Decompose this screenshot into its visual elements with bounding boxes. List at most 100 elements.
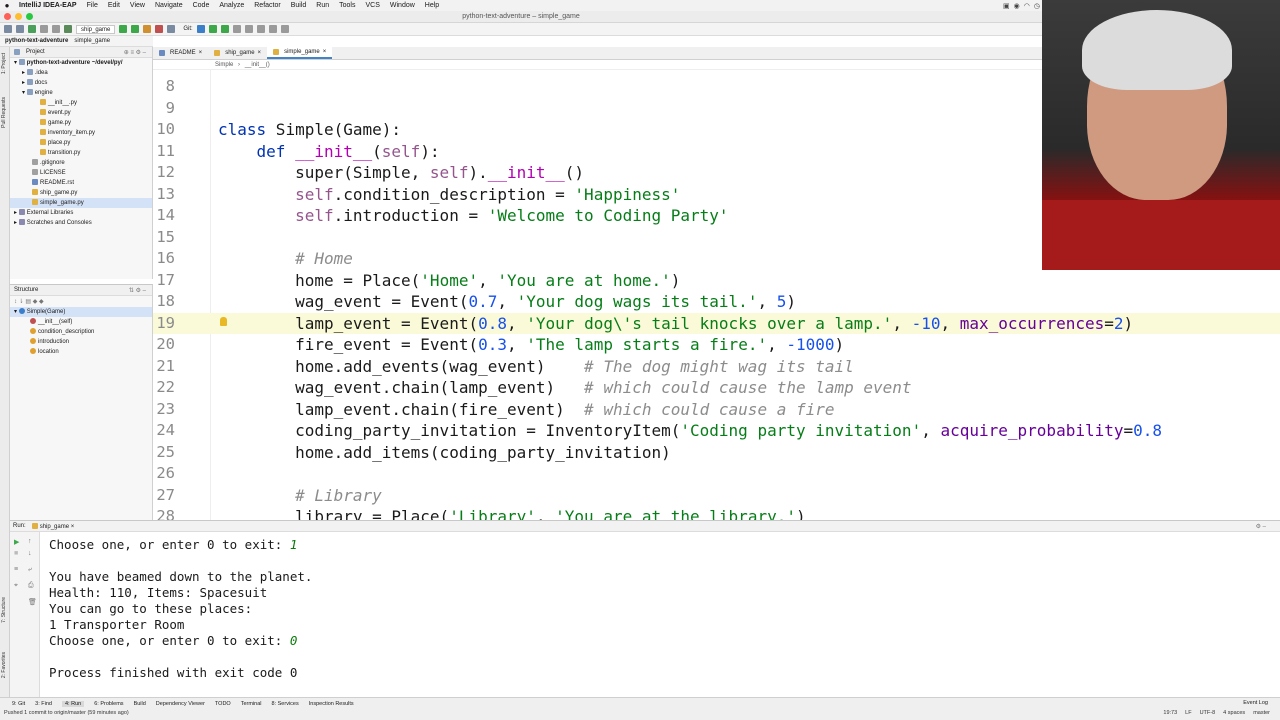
tab-readme[interactable]: README × xyxy=(153,47,208,59)
apple-icon[interactable]: ● xyxy=(0,1,14,10)
menu-build[interactable]: Build xyxy=(286,2,312,9)
panel-options-icon[interactable]: ⊕ ≡ ⚙ – xyxy=(124,49,146,56)
tree-item-docs[interactable]: ▸ docs xyxy=(10,78,152,88)
tool-tab-build[interactable]: Build xyxy=(134,701,146,707)
project-panel-title[interactable]: Project xyxy=(26,49,45,55)
run-icon[interactable] xyxy=(119,25,128,33)
close-window-icon[interactable] xyxy=(4,13,11,20)
sort-icon[interactable]: ↕ ⇂ ▤ ◆ ◆ xyxy=(14,298,44,305)
run-tab[interactable]: ship_game × xyxy=(31,522,74,530)
close-icon[interactable]: × xyxy=(258,47,262,60)
forward-icon[interactable] xyxy=(52,25,60,33)
project-tool-tab[interactable]: 1: Project xyxy=(1,53,7,74)
camera-icon[interactable]: ▣ xyxy=(1003,2,1010,10)
crumb-method[interactable]: __init__() xyxy=(245,62,270,68)
event-log-button[interactable]: Event Log xyxy=(1243,700,1268,706)
profile-icon[interactable] xyxy=(167,25,176,33)
tree-item-license[interactable]: LICENSE xyxy=(10,168,152,178)
structure-tool-tab[interactable]: 7: Structure xyxy=(1,597,7,623)
structure-options-icon[interactable]: ⇅ ⚙ – xyxy=(129,287,146,294)
tool-tab-inspection[interactable]: Inspection Results xyxy=(309,701,354,707)
tool-tab-run[interactable]: 4: Run xyxy=(61,700,85,707)
menu-help[interactable]: Help xyxy=(420,2,444,9)
app-menu[interactable]: IntelliJ IDEA-EAP xyxy=(14,2,82,9)
crumb-class[interactable]: Simple xyxy=(215,62,233,68)
tab-ship-game[interactable]: ship_game × xyxy=(208,47,267,59)
search-icon[interactable] xyxy=(280,25,289,33)
tree-item-root[interactable]: ▾ python-text-adventure ~/devel/py/ xyxy=(10,58,152,68)
save-icon[interactable] xyxy=(16,25,24,33)
tree-item-gitignore[interactable]: .gitignore xyxy=(10,158,152,168)
print-icon[interactable]: ⎙ xyxy=(28,582,34,590)
open-folder-icon[interactable] xyxy=(4,25,12,33)
tree-item-place[interactable]: place.py xyxy=(10,138,152,148)
favorites-tool-tab[interactable]: 2: Favorites xyxy=(1,652,7,678)
tool-tab-problems[interactable]: 6: Problems xyxy=(94,701,123,707)
tool-tab-todo[interactable]: TODO xyxy=(215,701,231,707)
menu-tools[interactable]: Tools xyxy=(334,2,360,9)
menu-window[interactable]: Window xyxy=(385,2,420,9)
soft-wrap-icon[interactable]: ⤶ xyxy=(28,566,32,574)
structure-panel-title[interactable]: Structure xyxy=(14,287,38,293)
record-icon[interactable]: ◉ xyxy=(1014,2,1020,10)
rerun-icon[interactable]: ▶ xyxy=(14,538,19,546)
pull-requests-tool-tab[interactable]: Pull Requests xyxy=(1,97,7,128)
git-commit-icon[interactable] xyxy=(208,25,217,33)
cursor-position[interactable]: 19:73 xyxy=(1163,710,1177,716)
coverage-icon[interactable] xyxy=(143,25,152,33)
rollback-icon[interactable] xyxy=(244,25,253,33)
scroll-up-icon[interactable]: ↑ xyxy=(28,538,32,545)
structure-item-init[interactable]: __init__(self) xyxy=(10,317,152,327)
structure-item-class[interactable]: ▾ Simple(Game) xyxy=(10,307,152,317)
tab-simple-game[interactable]: simple_game × xyxy=(267,46,333,59)
tree-item-external-libraries[interactable]: ▸ External Libraries xyxy=(10,208,152,218)
tool-tab-git[interactable]: 9: Git xyxy=(12,701,25,707)
tree-item-transition[interactable]: transition.py xyxy=(10,148,152,158)
structure-item-location[interactable]: location xyxy=(10,347,152,357)
run-console[interactable]: Choose one, or enter 0 to exit: 1 You ha… xyxy=(40,532,1262,697)
menu-refactor[interactable]: Refactor xyxy=(249,2,285,9)
stop-icon[interactable]: ■ xyxy=(14,550,18,557)
stop-icon[interactable] xyxy=(155,25,164,33)
build-hammer-icon[interactable] xyxy=(64,25,72,33)
tree-item-scratches[interactable]: ▸ Scratches and Consoles xyxy=(10,218,152,228)
tree-item-event[interactable]: event.py xyxy=(10,108,152,118)
sync-icon[interactable] xyxy=(28,25,36,33)
project-structure-icon[interactable] xyxy=(268,25,277,33)
tree-item-ship-game[interactable]: ship_game.py xyxy=(10,188,152,198)
git-push-icon[interactable] xyxy=(220,25,229,33)
trash-icon[interactable]: 🗑 xyxy=(28,598,37,606)
menu-edit[interactable]: Edit xyxy=(103,2,125,9)
minimize-window-icon[interactable] xyxy=(15,13,22,20)
menu-analyze[interactable]: Analyze xyxy=(214,2,249,9)
git-history-icon[interactable] xyxy=(232,25,241,33)
wifi-icon[interactable]: ◠ xyxy=(1024,2,1030,10)
line-separator[interactable]: LF xyxy=(1185,710,1191,716)
back-icon[interactable] xyxy=(40,25,48,33)
tree-item-init[interactable]: __init__.py xyxy=(10,98,152,108)
structure-item-condition[interactable]: condition_description xyxy=(10,327,152,337)
tool-tab-terminal[interactable]: Terminal xyxy=(241,701,262,707)
tool-tab-services[interactable]: 8: Services xyxy=(272,701,299,707)
menu-file[interactable]: File xyxy=(82,2,103,9)
close-icon[interactable]: × xyxy=(199,47,203,60)
zoom-window-icon[interactable] xyxy=(26,13,33,20)
pin-icon[interactable]: ⌖ xyxy=(14,582,18,590)
tree-item-simple-game[interactable]: simple_game.py xyxy=(10,198,152,208)
git-branch[interactable]: master xyxy=(1253,710,1270,716)
tree-item-engine[interactable]: ▾ engine xyxy=(10,88,152,98)
clock-icon[interactable]: ◷ xyxy=(1034,2,1040,10)
menu-run[interactable]: Run xyxy=(311,2,334,9)
debug-icon[interactable] xyxy=(131,25,140,33)
tool-tab-dependency-viewer[interactable]: Dependency Viewer xyxy=(156,701,205,707)
menu-view[interactable]: View xyxy=(125,2,150,9)
tree-item-inventory-item[interactable]: inventory_item.py xyxy=(10,128,152,138)
close-icon[interactable]: × xyxy=(323,46,327,59)
menu-navigate[interactable]: Navigate xyxy=(150,2,188,9)
tree-item-idea[interactable]: ▸ .idea xyxy=(10,68,152,78)
run-settings-icon[interactable]: ⚙ – xyxy=(1256,523,1266,530)
run-config-select[interactable]: ship_game xyxy=(76,24,116,34)
git-update-icon[interactable] xyxy=(196,25,205,33)
menu-vcs[interactable]: VCS xyxy=(360,2,384,9)
settings-wrench-icon[interactable] xyxy=(256,25,265,33)
